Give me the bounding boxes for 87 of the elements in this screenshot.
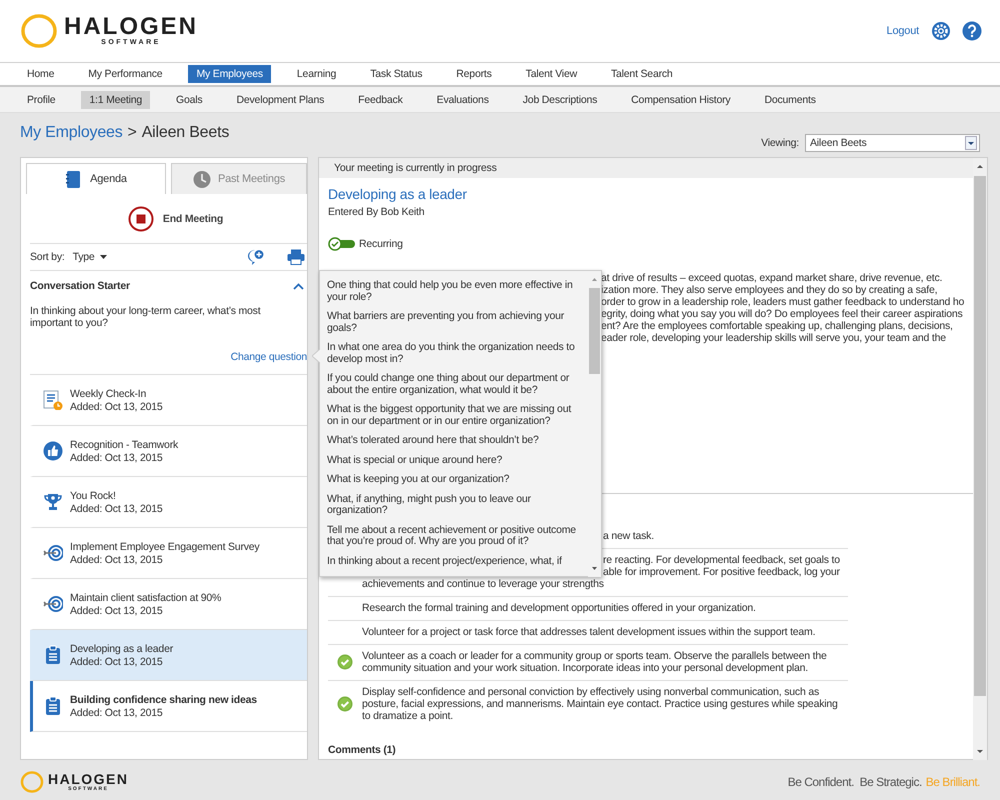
thumbs-up-icon [42, 441, 62, 461]
agenda-item[interactable]: You Rock! Added: Oct 13, 2015 [30, 477, 307, 528]
task-text: Volunteer as a coach or leader for a community group or sports team. Observe the parallels between the community situation and your work situation. Incorporate ideas into your personal development plan. [362, 650, 828, 674]
nav-tab[interactable]: My Performance [80, 65, 170, 83]
subnav-tab[interactable]: 1:1 Meeting [81, 90, 150, 108]
task-text: Volunteer for a project or task force that addresses talent development issues within the support team. [362, 626, 816, 638]
printer-icon [287, 249, 305, 265]
description-text: ent? Are the employees comfortable speaking up, challenging plans, decisions, [601, 320, 953, 332]
menu-option[interactable]: If you could change one thing about our department or about the entire organization, what would it be? [327, 369, 588, 400]
clock-icon [192, 170, 211, 188]
nav-tab[interactable]: Task Status [362, 65, 430, 83]
task-text: achievements and continue to leverage your strengths [362, 578, 605, 590]
viewing-label: Viewing: [761, 137, 799, 149]
subnav-tab[interactable]: Evaluations [428, 90, 497, 108]
help-icon [962, 21, 982, 41]
change-question-link[interactable]: Change question [230, 351, 307, 363]
logo-wordmark: HALOGEN [48, 772, 128, 786]
tagline-accent: Be Brilliant. [926, 774, 980, 788]
subnav-tab[interactable]: Compensation History [623, 90, 738, 108]
author-text: Entered By Bob Keith [328, 206, 426, 218]
task-text: Display self-confidence and personal conviction by effectively using nonverbal communication, such as posture, facial expressions, and mannerisms. Maintain eye contact. Practice using gestures while speaking to dramatize a point. [362, 686, 839, 722]
logout-link[interactable]: Logout [886, 25, 919, 37]
employee-select[interactable]: Aileen Beets [805, 134, 980, 152]
agenda-item[interactable]: Building confidence sharing new ideas Added: Oct 13, 2015 [30, 681, 307, 732]
task-text: Research the formal training and development opportunities offered in your organization. [362, 602, 756, 614]
toggle-switch[interactable] [328, 237, 356, 251]
ring-icon [20, 770, 44, 794]
subnav-tab[interactable]: Feedback [350, 90, 411, 108]
description-text: at drive of results – exceed quotas, expand market share, drive revenue, etc. [601, 272, 942, 284]
logo-wordmark: HALOGEN [64, 15, 198, 39]
sort-dropdown[interactable]: Type [72, 251, 107, 263]
page-title: Aileen Beets [142, 124, 230, 142]
menu-option[interactable]: What is keeping you at our organization? [327, 470, 588, 490]
ring-icon [20, 12, 58, 50]
subnav-tab[interactable]: Goals [168, 90, 210, 108]
status-bar: Your meeting is currently in progress [319, 158, 974, 178]
end-meeting-button[interactable]: End Meeting [114, 206, 224, 232]
check-icon [337, 654, 353, 670]
breadcrumb-separator: > [128, 124, 137, 142]
breadcrumb-link[interactable]: My Employees [20, 124, 123, 142]
menu-option[interactable]: In what one area do you think the organization needs to develop most in? [327, 338, 588, 369]
subnav-tab[interactable]: Documents [756, 90, 824, 108]
menu-option[interactable]: In thinking about a recent project/experience, what, if [327, 552, 588, 571]
nav-tab[interactable]: Learning [288, 65, 344, 83]
subnav-tab[interactable]: Development Plans [228, 90, 332, 108]
description-text: order to grow in a leadership role, leaders must gather feedback to understand ho [601, 296, 964, 308]
nav-tab[interactable]: My Employees [188, 65, 271, 83]
nav-tab[interactable]: Talent Search [602, 65, 681, 83]
target-icon [42, 543, 62, 563]
menu-option[interactable]: What’s tolerated around here that shouldn’t be? [327, 431, 588, 450]
description-text: egrity, doing what you say you will do? Do employees feel their career aspirations [601, 308, 963, 320]
question-text: In thinking about your long-term career, what’s most important to you? [30, 305, 262, 329]
task-text: re reacting. For developmental feedback, set goals to [603, 554, 840, 566]
tagline-text: Be Confident. Be Strategic. [788, 774, 922, 788]
toggle-label: Recurring [359, 238, 403, 250]
task-text: able for improvement. For positive feedback, log your [603, 566, 840, 578]
trophy-icon [42, 492, 62, 512]
menu-option[interactable]: What barriers are preventing you from achieving your goals? [327, 307, 588, 338]
section-title: Conversation Starter [30, 280, 130, 292]
agenda-item[interactable]: Weekly Check-In Added: Oct 13, 2015 [30, 375, 307, 426]
menu-option[interactable]: What is special or unique around here? [327, 450, 588, 470]
menu-option[interactable]: Tell me about a recent achievement or positive outcome that you’re proud of. Why are you proud of it? [327, 520, 588, 552]
menu-option[interactable]: What is the biggest opportunity that we are missing out on in our department or in our entire organization? [327, 400, 588, 431]
description-text: eader role, developing your leadership skills will serve you, your team and the [601, 332, 946, 344]
settings-icon [931, 21, 951, 41]
stop-icon [128, 206, 154, 232]
menu-option[interactable]: What, if anything, might push you to leave our organization? [327, 490, 588, 520]
sort-label: Sort by: [30, 251, 65, 263]
nav-tab[interactable]: Reports [448, 65, 500, 83]
add-comment-icon [247, 248, 265, 266]
agenda-item[interactable]: Recognition - Teamwork Added: Oct 13, 2015 [30, 426, 307, 477]
caret-icon [100, 255, 107, 259]
comments-heading: Comments (1) [327, 743, 397, 756]
panel-tab[interactable]: Agenda [26, 163, 166, 194]
nav-tab[interactable]: Talent View [518, 65, 585, 83]
subnav-tab[interactable]: Profile [19, 90, 64, 108]
checklist-icon [42, 390, 62, 410]
nav-tab[interactable]: Home [19, 65, 62, 83]
task-text: a new task. [603, 530, 654, 542]
check-icon [337, 696, 353, 712]
agenda-item[interactable]: Implement Employee Engagement Survey Added: Oct 13, 2015 [30, 528, 307, 579]
description-text: ization more. They also serve employees and they do so by creating a safe, [601, 284, 938, 296]
agenda-item[interactable]: Developing as a leader Added: Oct 13, 2015 [30, 630, 307, 681]
target-icon [42, 594, 62, 614]
subnav-tab[interactable]: Job Descriptions [514, 90, 606, 108]
item-title: Developing as a leader [328, 186, 468, 202]
menu-option[interactable]: One thing that could help you be even more effective in your role? [327, 276, 588, 307]
